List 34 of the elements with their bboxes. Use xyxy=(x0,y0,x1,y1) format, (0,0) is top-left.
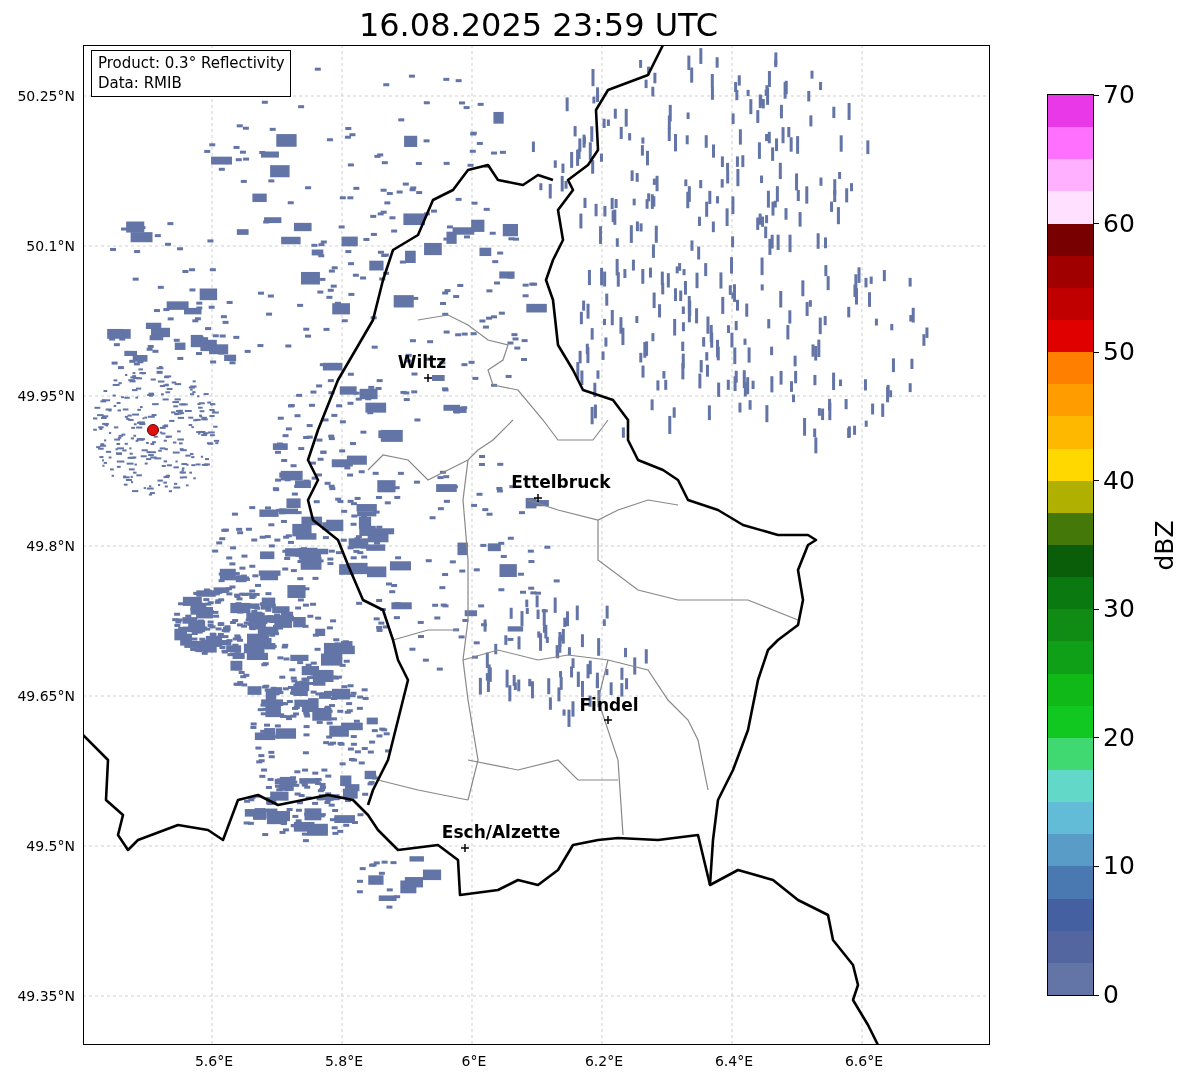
city-marker-icon xyxy=(460,843,470,853)
colorbar-tick-label: 0 xyxy=(1103,981,1119,1009)
longitude-label: 6.4°E xyxy=(714,1053,754,1069)
chart-title: 16.08.2025 23:59 UTC xyxy=(358,5,719,45)
longitude-label: 5.6°E xyxy=(194,1053,234,1069)
city-label: Wiltz xyxy=(397,352,447,372)
longitude-label: 5.8°E xyxy=(324,1053,364,1069)
latitude-label: 50.25°N xyxy=(17,88,75,104)
colorbar-tick-label: 30 xyxy=(1103,595,1135,624)
city-marker-icon xyxy=(533,493,543,503)
longitude-label: 6°E xyxy=(461,1053,487,1069)
colorbar-tick-label: 50 xyxy=(1103,338,1135,367)
latitude-label: 49.95°N xyxy=(17,388,75,404)
latitude-label: 49.8°N xyxy=(26,538,75,554)
radar-site-marker xyxy=(147,424,159,436)
latitude-label: 49.35°N xyxy=(17,988,75,1004)
colorbar-tick-label: 40 xyxy=(1103,466,1135,495)
city-label: Findel xyxy=(579,695,639,715)
colorbar-tick-label: 20 xyxy=(1103,723,1135,752)
colorbar-tick-label: 70 xyxy=(1103,81,1135,109)
longitude-label: 6.6°E xyxy=(844,1053,884,1069)
legend-text: Product: 0.3° Reflectivity xyxy=(98,53,285,73)
longitude-label: 6.2°E xyxy=(584,1053,624,1069)
legend-text: Data: RMIB xyxy=(98,73,183,93)
city-label: Ettelbruck xyxy=(511,472,611,492)
latitude-label: 49.65°N xyxy=(17,688,75,704)
colorbar-tick-label: 10 xyxy=(1103,852,1135,881)
city-marker-icon xyxy=(603,715,613,725)
latitude-label: 49.5°N xyxy=(26,838,75,854)
city-label: Esch/Alzette xyxy=(441,822,561,842)
city-marker-icon xyxy=(423,373,433,383)
latitude-label: 50.1°N xyxy=(26,238,75,254)
colorbar-label: dBZ xyxy=(1149,519,1179,571)
colorbar-tick-label: 60 xyxy=(1103,209,1135,238)
